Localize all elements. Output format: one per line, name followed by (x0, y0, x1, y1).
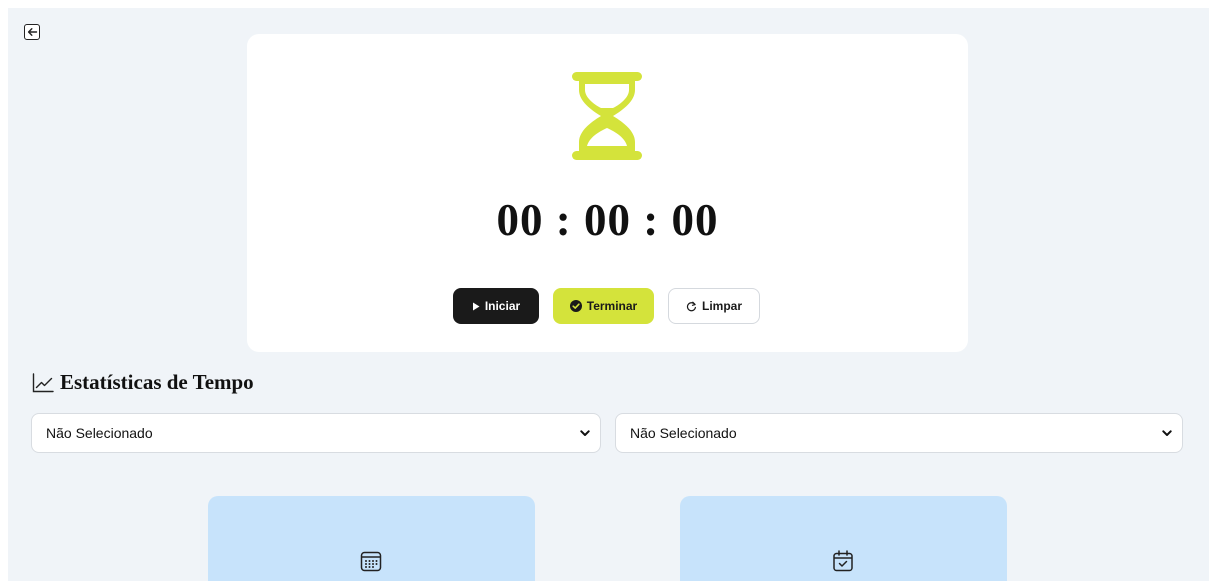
calendar-grid-icon (360, 551, 382, 572)
filter-select-1[interactable]: Não Selecionado (31, 413, 601, 453)
timer-card: 00 : 00 : 00 Iniciar Terminar Limpar (247, 34, 968, 352)
chevron-down-icon (1162, 429, 1172, 436)
timer-controls: Iniciar Terminar Limpar (453, 288, 760, 324)
calendar-check-icon (833, 550, 853, 572)
stat-card-1 (208, 496, 535, 581)
stats-heading: Estatísticas de Tempo (32, 370, 254, 395)
check-circle-icon (569, 300, 582, 312)
start-button[interactable]: Iniciar (453, 288, 539, 324)
line-chart-icon (32, 372, 54, 392)
stat-card-2 (680, 496, 1007, 581)
refresh-icon (686, 301, 696, 311)
timer-display: 00 : 00 : 00 (496, 195, 719, 245)
arrow-left-icon (27, 28, 37, 36)
start-button-label: Iniciar (484, 299, 521, 313)
clear-button[interactable]: Limpar (668, 288, 760, 324)
play-icon (472, 302, 480, 310)
clear-button-label: Limpar (701, 299, 742, 313)
back-button[interactable] (24, 24, 40, 40)
filter-select-1-value: Não Selecionado (46, 425, 153, 441)
filter-select-2-value: Não Selecionado (630, 425, 737, 441)
stats-title: Estatísticas de Tempo (60, 370, 254, 394)
finish-button[interactable]: Terminar (553, 288, 654, 324)
hourglass-icon (572, 72, 642, 160)
finish-button-label: Terminar (586, 299, 638, 313)
filter-select-2[interactable]: Não Selecionado (615, 413, 1183, 453)
chevron-down-icon (580, 429, 590, 436)
